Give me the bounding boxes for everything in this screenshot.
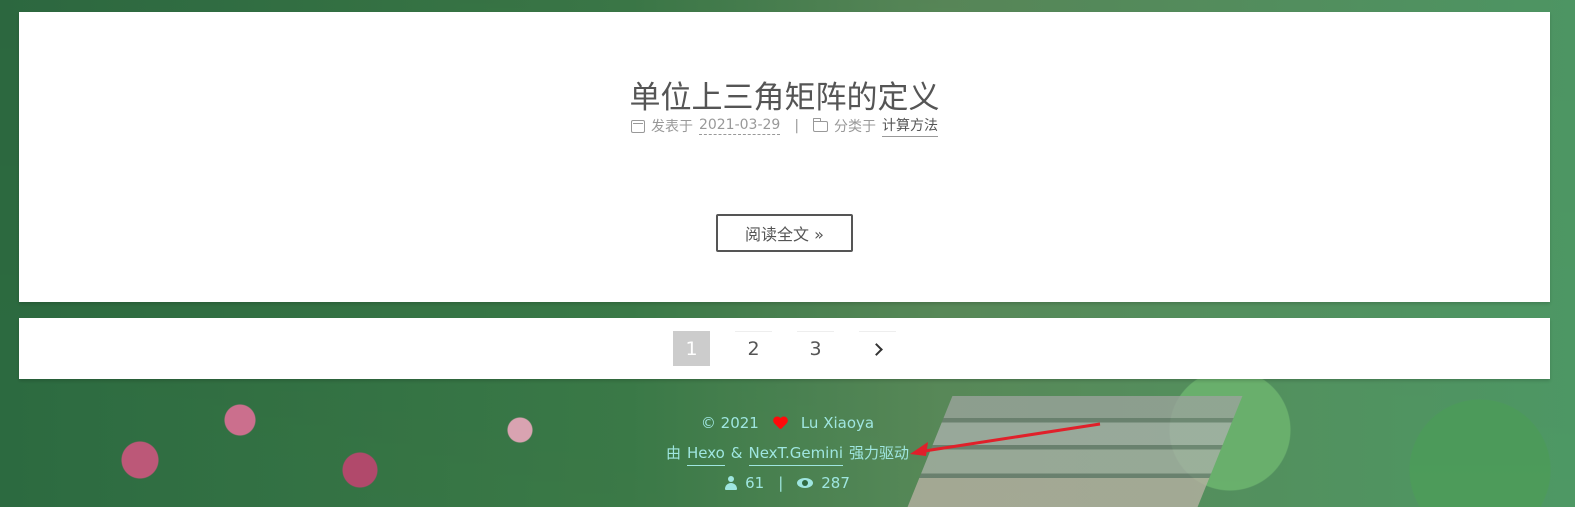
heart-icon <box>773 417 787 430</box>
read-more-button[interactable]: 阅读全文 » <box>716 214 853 252</box>
powered-prefix: 由 <box>665 444 681 462</box>
post-meta: 发表于 2021-03-29 | 分类于 计算方法 <box>19 115 1550 137</box>
stats-separator: | <box>778 474 784 492</box>
hexo-link[interactable]: Hexo <box>686 441 725 466</box>
folder-icon <box>812 117 829 132</box>
theme-link[interactable]: NexT.Gemini <box>748 441 844 466</box>
annotation-arrow-icon <box>910 422 1101 456</box>
post-card: 单位上三角矩阵的定义 发表于 2021-03-29 | 分类于 计算方法 阅读全… <box>19 12 1550 302</box>
powered-by-line: 由 Hexo & NexT.Gemini 强力驱动 <box>0 438 1575 468</box>
calendar-icon <box>630 119 645 133</box>
eye-icon <box>797 478 814 488</box>
category-link[interactable]: 计算方法 <box>882 115 939 137</box>
category-label: 分类于 <box>834 119 877 135</box>
chevron-right-icon <box>869 342 883 356</box>
page-3-link[interactable]: 3 <box>797 331 834 366</box>
post-title[interactable]: 单位上三角矩阵的定义 <box>19 72 1550 117</box>
user-icon <box>725 476 738 490</box>
page-1-current: 1 <box>673 331 710 366</box>
visitor-count: 61 <box>745 474 765 492</box>
pagination: 1 2 3 <box>19 331 1550 366</box>
meta-separator: | <box>794 118 800 134</box>
page-2-link[interactable]: 2 <box>735 331 772 366</box>
footer: © 2021 Lu Xiaoya 由 Hexo & NexT.Gemini 强力… <box>0 408 1575 498</box>
next-page-button[interactable] <box>859 331 896 366</box>
published-label: 发表于 <box>650 119 693 135</box>
copyright-line: © 2021 Lu Xiaoya <box>0 408 1575 438</box>
amp-text: & <box>730 444 743 462</box>
author-name: Lu Xiaoya <box>800 414 875 432</box>
copyright-year: © 2021 <box>700 414 759 432</box>
published-date: 2021-03-29 <box>698 117 781 135</box>
stats-line: 61 | 287 <box>0 468 1575 498</box>
pagination-card: 1 2 3 <box>19 318 1550 379</box>
view-count: 287 <box>821 474 850 492</box>
